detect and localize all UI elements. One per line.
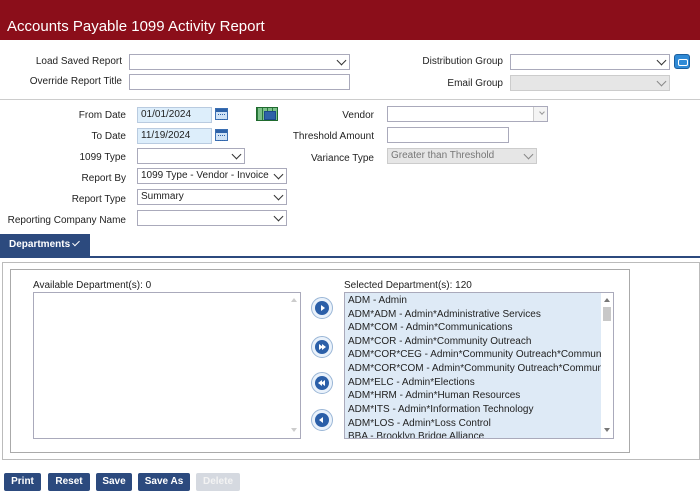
chevron-down-icon (273, 169, 284, 180)
spreadsheet-export-icon[interactable] (256, 107, 278, 121)
email-group-label: Email Group (447, 78, 503, 89)
list-item[interactable]: ADM*ADM - Admin*Administrative Services (348, 308, 541, 321)
chevron-down-icon (523, 149, 534, 160)
to-date-input[interactable]: 11/19/2024 (137, 128, 212, 144)
chevron-down-icon (656, 76, 667, 87)
vendor-label: Vendor (342, 110, 374, 121)
selected-departments-label: Selected Department(s): 120 (344, 280, 472, 291)
to-date-label: To Date (91, 131, 126, 142)
report-by-select[interactable]: 1099 Type - Vendor - Invoice (137, 168, 287, 184)
variance-type-label: Variance Type (310, 153, 374, 164)
check-icon (72, 238, 81, 247)
delete-button[interactable]: Delete (196, 473, 240, 491)
override-report-title-label: Override Report Title (29, 76, 122, 87)
move-all-right-button[interactable] (311, 336, 333, 358)
1099-type-select[interactable] (137, 148, 245, 164)
distribution-group-select[interactable] (510, 54, 670, 70)
available-departments-list[interactable] (33, 292, 301, 439)
title-bar: Accounts Payable 1099 Activity Report (0, 0, 700, 40)
report-type-select[interactable]: Summary (137, 189, 287, 205)
print-button[interactable]: Print (4, 473, 41, 491)
move-all-left-button[interactable] (311, 372, 333, 394)
list-item[interactable]: ADM*COR*COM - Admin*Community Outreach*C… (348, 362, 610, 375)
1099-type-label: 1099 Type (79, 152, 126, 163)
list-item[interactable]: ADM*LOS - Admin*Loss Control (348, 417, 491, 430)
save-button[interactable]: Save (96, 473, 132, 491)
variance-type-select[interactable]: Greater than Threshold (387, 148, 537, 164)
list-item[interactable]: ADM*COM - Admin*Communications (348, 321, 513, 334)
email-group-select[interactable] (510, 75, 670, 91)
selected-departments-list[interactable]: ADM - Admin ADM*ADM - Admin*Administrati… (344, 292, 614, 439)
chevron-down-icon (539, 109, 545, 115)
arrow-left-icon (319, 417, 323, 423)
calendar-icon[interactable] (215, 108, 228, 120)
vendor-select[interactable] (387, 106, 548, 122)
list-item[interactable]: ADM*HRM - Admin*Human Resources (348, 389, 520, 402)
threshold-amount-input[interactable] (387, 127, 509, 143)
tab-underline (0, 256, 700, 258)
move-selected-right-button[interactable] (311, 297, 333, 319)
report-type-label: Report Type (71, 194, 126, 205)
reset-button[interactable]: Reset (48, 473, 90, 491)
move-selected-left-button[interactable] (311, 409, 333, 431)
list-item[interactable]: ADM - Admin (348, 294, 407, 307)
from-date-input[interactable]: 01/01/2024 (137, 107, 212, 123)
chevron-down-icon (656, 55, 667, 66)
chevron-down-icon (273, 190, 284, 201)
override-report-title-input[interactable] (129, 74, 350, 90)
tab-departments[interactable]: Departments (0, 234, 90, 256)
distribution-group-edit-icon[interactable] (674, 54, 690, 69)
scrollbar[interactable] (601, 293, 613, 438)
load-saved-report-label: Load Saved Report (35, 56, 122, 67)
list-item[interactable]: ADM*ELC - Admin*Elections (348, 376, 475, 389)
section-divider (0, 99, 700, 100)
save-as-button[interactable]: Save As (138, 473, 190, 491)
list-item[interactable]: BBA - Brooklyn Bridge Alliance (348, 430, 484, 438)
load-saved-report-select[interactable] (129, 54, 350, 70)
list-item[interactable]: ADM*COR*CEG - Admin*Community Outreach*C… (348, 348, 611, 361)
chevron-down-icon (231, 149, 242, 160)
list-item[interactable]: ADM*ITS - Admin*Information Technology (348, 403, 533, 416)
calendar-icon[interactable] (215, 129, 228, 141)
available-departments-label: Available Department(s): 0 (33, 280, 152, 291)
reporting-company-select[interactable] (137, 210, 287, 226)
chevron-down-icon (273, 211, 284, 222)
scrollbar[interactable] (288, 293, 300, 438)
report-by-label: Report By (81, 173, 126, 184)
arrow-right-icon (321, 305, 325, 311)
chevron-down-icon (336, 55, 347, 66)
reporting-company-label: Reporting Company Name (7, 215, 126, 226)
page-title: Accounts Payable 1099 Activity Report (7, 18, 265, 35)
distribution-group-label: Distribution Group (422, 56, 503, 67)
list-item[interactable]: ADM*COR - Admin*Community Outreach (348, 335, 531, 348)
from-date-label: From Date (78, 110, 126, 121)
threshold-amount-label: Threshold Amount (292, 131, 374, 142)
